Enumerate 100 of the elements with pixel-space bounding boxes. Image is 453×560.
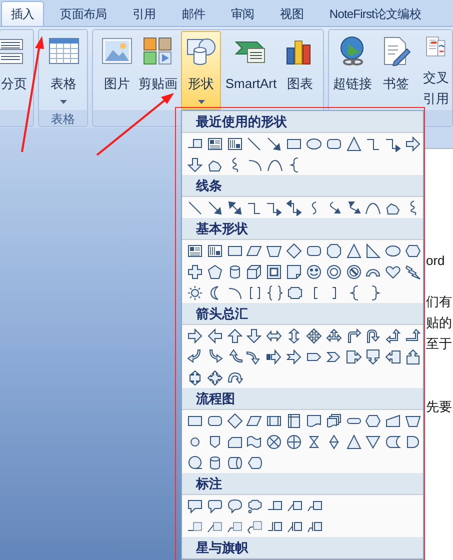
up-arrow-callout-icon[interactable] [405, 348, 422, 364]
rect-speech-bubble-icon[interactable] [187, 498, 203, 514]
vertical-text-box-icon[interactable] [206, 242, 223, 258]
vertical-text-box-icon[interactable] [226, 136, 243, 152]
left-right-arrow-icon[interactable] [266, 328, 282, 344]
elbow-double-arrow-icon[interactable] [286, 200, 302, 216]
display-shape-icon[interactable] [247, 454, 263, 470]
quad-arrow-callout-icon[interactable] [207, 370, 223, 386]
horizontal-cylinder-icon[interactable] [227, 454, 243, 470]
triangle-icon[interactable] [346, 136, 362, 152]
ribbon-button[interactable]: 分页 [0, 31, 33, 110]
corner-rect-icon[interactable] [286, 412, 302, 428]
down-arrow-icon[interactable] [187, 156, 203, 172]
half-round-icon[interactable] [405, 434, 422, 450]
stacked-documents-icon[interactable] [326, 412, 342, 428]
ribbon-button[interactable]: 表格 [43, 31, 84, 110]
u-turn-arrow-icon[interactable] [365, 328, 382, 344]
ribbon-button[interactable]: 交叉引用 [421, 31, 451, 110]
frame-icon[interactable] [266, 264, 282, 280]
ribbon-tab[interactable]: 插入 [1, 1, 44, 26]
ribbon-button[interactable]: 超链接 [332, 31, 373, 110]
left-arrow-callout-icon[interactable] [385, 348, 402, 364]
ribbon-tab[interactable]: NoteFirst论文编校 [316, 1, 434, 26]
ribbon-button[interactable]: 图片 [99, 31, 135, 110]
down-triangle-icon[interactable] [365, 434, 382, 450]
ellipse-icon[interactable] [306, 136, 322, 152]
up-arrow-icon[interactable] [226, 328, 243, 344]
wavy-document-icon[interactable] [306, 412, 322, 428]
line-icon[interactable] [186, 200, 203, 216]
curved-up-arrow-icon[interactable] [226, 348, 243, 364]
ribbon-button[interactable]: 剪贴画 [137, 31, 179, 110]
down-arrow-callout-icon[interactable] [365, 348, 382, 364]
ribbon-tab[interactable]: 视图 [267, 1, 316, 26]
line-icon[interactable] [246, 136, 262, 152]
diamond-icon[interactable] [286, 242, 302, 258]
smiley-icon[interactable] [306, 264, 322, 280]
left-arrow-icon[interactable] [206, 328, 223, 344]
curved-down-arrow-icon[interactable] [246, 348, 262, 364]
plus-circle-icon[interactable] [286, 434, 302, 450]
right-triangle-icon[interactable] [365, 242, 382, 258]
section-heading: 基本形状 [196, 220, 248, 238]
no-symbol-icon[interactable] [346, 264, 362, 280]
donut-icon[interactable] [326, 264, 342, 280]
arrow-line-icon[interactable] [266, 136, 282, 152]
wavy-band-icon[interactable] [246, 434, 262, 450]
bracket-pair-icon[interactable] [247, 284, 263, 300]
cube-icon[interactable] [246, 264, 262, 280]
plaque-icon[interactable] [287, 284, 303, 300]
notched-arrow-icon[interactable] [286, 348, 302, 364]
pentagon-icon[interactable] [206, 264, 223, 280]
dashed-double-bent-callout-icon[interactable] [247, 518, 263, 534]
right-arrow-icon[interactable] [405, 136, 422, 152]
quad-arrow-icon[interactable] [306, 328, 322, 344]
slanted-top-quad-icon[interactable] [385, 412, 402, 428]
left-up-arrow-icon[interactable] [385, 328, 402, 344]
octagon-icon[interactable] [326, 242, 342, 258]
right-arrow-icon[interactable] [186, 328, 203, 344]
brace-pair-icon[interactable] [267, 284, 283, 300]
up-down-arrow-icon[interactable] [286, 328, 302, 344]
diamond-icon[interactable] [226, 412, 243, 428]
lightning-icon[interactable] [405, 264, 422, 280]
curved-right-arrow-icon[interactable] [186, 348, 203, 364]
ribbon-tab[interactable]: 邮件 [168, 1, 218, 26]
striped-arrow-icon[interactable] [266, 348, 282, 364]
up-down-arrow-callout-icon[interactable] [187, 370, 203, 386]
ribbon-tab[interactable]: 引用 [120, 1, 169, 26]
rounded-speech-bubble-icon[interactable] [207, 498, 223, 514]
sun-icon[interactable] [187, 284, 203, 300]
down-arrow-icon[interactable] [246, 328, 262, 344]
double-arrow-line-icon[interactable] [226, 200, 243, 216]
curved-double-arrow-icon[interactable] [346, 200, 362, 216]
bent-arrow-icon[interactable] [346, 328, 362, 344]
text-box-icon[interactable] [206, 136, 223, 152]
hexagon-icon[interactable] [365, 412, 382, 428]
ribbon-button[interactable]: 书签 [379, 31, 413, 110]
hexagon-icon[interactable] [405, 242, 422, 258]
ribbon-button[interactable]: 形状 [181, 31, 221, 110]
tailed-circle-icon[interactable] [187, 454, 203, 470]
ribbon-button[interactable]: 图表 [281, 31, 319, 110]
stored-data-icon[interactable] [385, 434, 402, 450]
ribbon-tab[interactable]: 审阅 [218, 1, 268, 26]
oval-speech-bubble-icon[interactable] [227, 498, 243, 514]
heart-icon[interactable] [385, 264, 402, 280]
right-arrow-callout-icon[interactable] [346, 348, 362, 364]
ribbon-button[interactable]: SmartArt [223, 31, 279, 110]
x-circle-icon[interactable] [266, 434, 282, 450]
circular-arrow-icon[interactable] [227, 370, 243, 386]
triangle-icon[interactable] [346, 434, 362, 450]
bent-up-arrow-icon[interactable] [405, 328, 422, 344]
arrow-line-icon[interactable] [206, 200, 223, 216]
ribbon-tab[interactable]: 页面布局 [47, 1, 120, 26]
text-box-icon[interactable] [186, 242, 203, 258]
three-way-arrow-icon[interactable] [326, 328, 342, 344]
curved-left-arrow-icon[interactable] [206, 348, 223, 364]
cloud-bubble-icon[interactable] [247, 498, 263, 514]
cylinder-icon[interactable] [207, 454, 223, 470]
ellipse-icon[interactable] [385, 242, 402, 258]
folded-corner-icon[interactable] [286, 264, 302, 280]
triangle-icon[interactable] [346, 242, 362, 258]
cross-icon[interactable] [186, 264, 203, 280]
